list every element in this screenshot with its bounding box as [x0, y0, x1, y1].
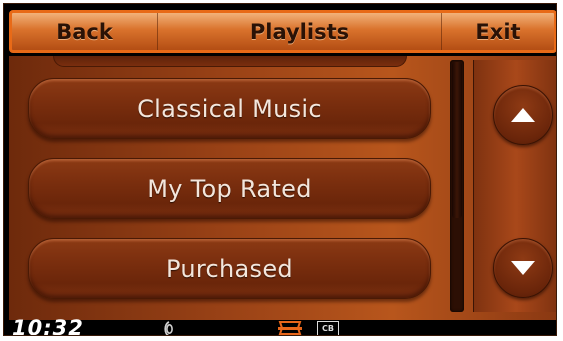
cb-radio-indicator: CB: [317, 321, 339, 335]
scroll-up-button[interactable]: [493, 85, 553, 145]
signal-icon: [164, 321, 173, 335]
head-unit-screen: Back Playlists Exit Classical Music My T…: [3, 3, 557, 336]
clock: 10:32: [12, 316, 84, 336]
scrollbar-thumb[interactable]: [452, 62, 462, 218]
brand-logo-icon: [278, 321, 302, 335]
playlist-panel: Classical Music My Top Rated Purchased: [9, 56, 556, 320]
playlist-item-my-top-rated[interactable]: My Top Rated: [28, 158, 431, 219]
arrow-up-icon: [511, 108, 535, 122]
header-bar: Back Playlists Exit: [9, 10, 556, 53]
playlist-item-label: My Top Rated: [147, 174, 312, 203]
exit-button[interactable]: Exit: [442, 13, 554, 50]
page-title: Playlists: [158, 13, 442, 50]
playlist-item-label: Classical Music: [137, 94, 322, 123]
status-bar: 10:32 CB: [4, 316, 556, 336]
playlist-item-classical-music[interactable]: Classical Music: [28, 78, 431, 139]
scroll-down-button[interactable]: [493, 238, 553, 298]
playlist-item-label: Purchased: [166, 254, 293, 283]
playlist-item-purchased[interactable]: Purchased: [28, 238, 431, 299]
back-button[interactable]: Back: [12, 13, 158, 50]
arrow-down-icon: [511, 261, 535, 275]
list-item-partial: [53, 56, 407, 67]
